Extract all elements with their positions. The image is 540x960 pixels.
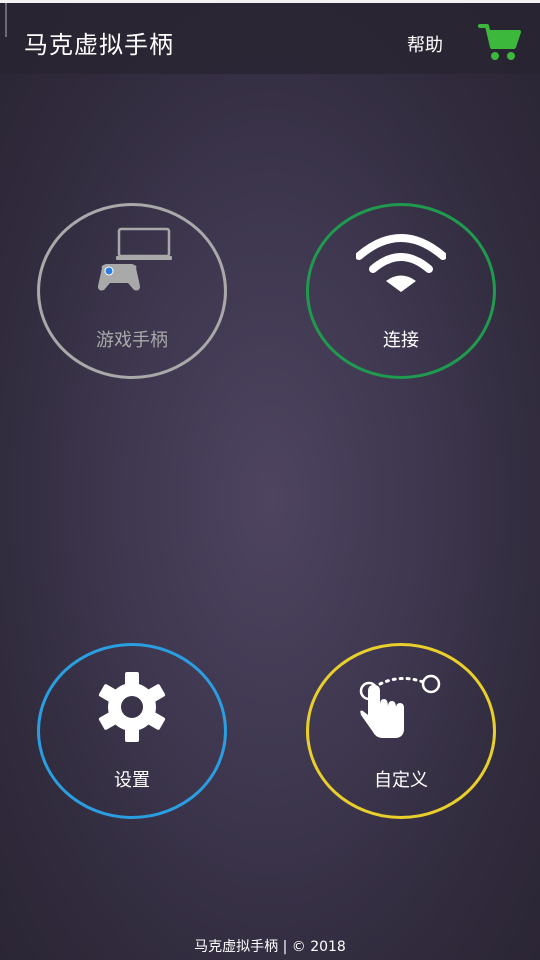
- connect-label: 连接: [383, 330, 419, 351]
- custom-label: 自定义: [374, 770, 428, 791]
- gamepad-tile[interactable]: 游戏手柄: [37, 203, 227, 379]
- connect-tile[interactable]: 连接: [306, 203, 496, 379]
- touch-gesture-icon: [359, 674, 441, 738]
- footer-copyright: 马克虚拟手柄 | © 2018: [194, 939, 346, 955]
- shopping-cart-icon: [478, 24, 521, 60]
- app-header: 马克虚拟手柄 帮助: [0, 0, 540, 74]
- settings-label: 设置: [114, 770, 150, 791]
- app-title: 马克虚拟手柄: [24, 31, 174, 59]
- gamepad-label: 游戏手柄: [96, 330, 168, 351]
- laptop-gamepad-icon: [98, 227, 172, 291]
- gear-icon: [98, 672, 166, 742]
- status-indicator: [5, 3, 7, 37]
- help-button[interactable]: 帮助: [407, 31, 443, 57]
- cart-button[interactable]: [478, 21, 522, 63]
- settings-tile[interactable]: 设置: [37, 643, 227, 819]
- wifi-icon: [356, 234, 446, 292]
- custom-tile[interactable]: 自定义: [306, 643, 496, 819]
